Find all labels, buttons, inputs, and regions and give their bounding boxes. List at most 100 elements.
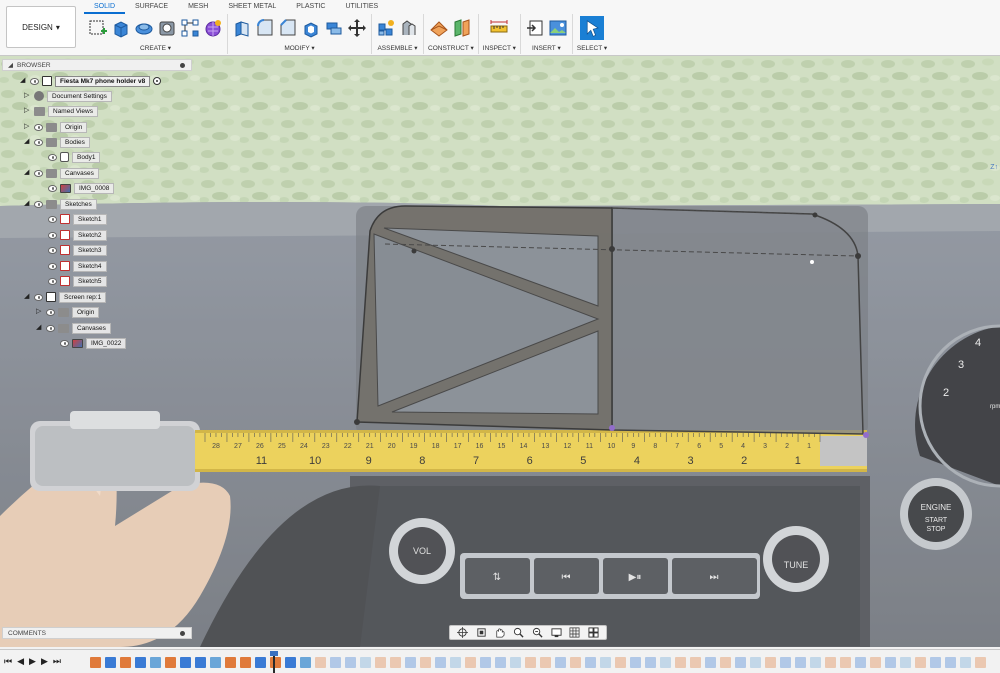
timeline-feature-icon[interactable] bbox=[900, 656, 911, 668]
tree-item-sketch1[interactable]: Sketch1 bbox=[48, 213, 107, 225]
timeline-feature-icon[interactable] bbox=[975, 656, 986, 668]
timeline-marker[interactable] bbox=[270, 651, 278, 673]
timeline-feature-icon[interactable] bbox=[855, 656, 866, 668]
timeline-feature-icon[interactable] bbox=[450, 656, 461, 668]
timeline-feature-icon[interactable] bbox=[120, 656, 131, 668]
joint-icon[interactable] bbox=[399, 18, 419, 38]
timeline-feature-icon[interactable] bbox=[885, 656, 896, 668]
tree-item-screen-rep[interactable]: ◢ Screen rep:1 bbox=[24, 291, 107, 303]
visibility-eye-icon[interactable] bbox=[34, 293, 43, 301]
visibility-eye-icon[interactable] bbox=[34, 200, 43, 208]
collapse-triangle-icon[interactable]: ◢ bbox=[24, 138, 31, 146]
go-to-start-icon[interactable]: ⏮ bbox=[4, 656, 12, 667]
extrude-icon[interactable] bbox=[111, 18, 131, 38]
hole-icon[interactable] bbox=[157, 18, 177, 38]
visibility-eye-icon[interactable] bbox=[48, 184, 57, 192]
timeline-feature-icon[interactable] bbox=[720, 656, 731, 668]
visibility-eye-icon[interactable] bbox=[30, 77, 39, 85]
tree-item-canvases[interactable]: ◢ Canvases bbox=[24, 167, 99, 179]
visibility-eye-icon[interactable] bbox=[46, 308, 55, 316]
timeline-feature-icon[interactable] bbox=[705, 656, 716, 668]
tab-surface[interactable]: SURFACE bbox=[125, 0, 178, 14]
timeline-feature-icon[interactable] bbox=[165, 656, 176, 668]
grid-icon[interactable] bbox=[569, 627, 580, 638]
tree-item-sketch4[interactable]: Sketch4 bbox=[48, 260, 107, 272]
tree-item-bodies[interactable]: ◢ Bodies bbox=[24, 136, 90, 148]
create-menu[interactable]: CREATE ▾ bbox=[140, 44, 171, 52]
timeline-feature-icon[interactable] bbox=[780, 656, 791, 668]
timeline-feature-icon[interactable] bbox=[240, 656, 251, 668]
tree-root[interactable]: ◢ Fiesta Mk7 phone holder v8 bbox=[20, 75, 162, 87]
viewcube-z-axis-icon[interactable]: Z↑ bbox=[990, 164, 998, 171]
timeline-feature-icon[interactable] bbox=[690, 656, 701, 668]
browser-pin-icon[interactable] bbox=[180, 63, 185, 68]
pan-icon[interactable] bbox=[494, 627, 505, 638]
activate-radio-icon[interactable] bbox=[153, 77, 162, 85]
timeline-feature-icon[interactable] bbox=[735, 656, 746, 668]
timeline-feature-icon[interactable] bbox=[630, 656, 641, 668]
tree-item-origin[interactable]: ▷ Origin bbox=[24, 121, 88, 133]
timeline-feature-icon[interactable] bbox=[510, 656, 521, 668]
insert-canvas-icon[interactable] bbox=[548, 18, 568, 38]
timeline-feature-icon[interactable] bbox=[660, 656, 671, 668]
timeline-feature-icon[interactable] bbox=[405, 656, 416, 668]
collapse-triangle-icon[interactable]: ◢ bbox=[24, 200, 31, 208]
timeline-feature-icon[interactable] bbox=[810, 656, 821, 668]
visibility-eye-icon[interactable] bbox=[34, 138, 43, 146]
tree-item-img-0022[interactable]: IMG_0022 bbox=[60, 337, 127, 349]
timeline-feature-icon[interactable] bbox=[930, 656, 941, 668]
zoom-icon[interactable] bbox=[513, 627, 524, 638]
assemble-menu[interactable]: ASSEMBLE ▾ bbox=[377, 44, 417, 52]
collapse-triangle-icon[interactable]: ◢ bbox=[24, 293, 31, 301]
workspace-switcher[interactable]: DESIGN ▾ bbox=[6, 6, 76, 48]
timeline-feature-icon[interactable] bbox=[285, 656, 296, 668]
viewports-icon[interactable] bbox=[588, 627, 599, 638]
timeline-feature-icon[interactable] bbox=[195, 656, 206, 668]
timeline-feature-icon[interactable] bbox=[360, 656, 371, 668]
timeline-feature-icon[interactable] bbox=[495, 656, 506, 668]
timeline-feature-icon[interactable] bbox=[345, 656, 356, 668]
orbit-icon[interactable] bbox=[456, 627, 468, 638]
timeline-feature-icon[interactable] bbox=[750, 656, 761, 668]
tree-item-sketches[interactable]: ◢ Sketches bbox=[24, 198, 97, 210]
timeline-feature-icon[interactable] bbox=[330, 656, 341, 668]
timeline-feature-icon[interactable] bbox=[525, 656, 536, 668]
timeline-feature-icon[interactable] bbox=[180, 656, 191, 668]
collapse-triangle-icon[interactable]: ◢ bbox=[8, 61, 13, 69]
select-icon[interactable] bbox=[580, 16, 605, 40]
timeline-feature-icon[interactable] bbox=[870, 656, 881, 668]
timeline-feature-icon[interactable] bbox=[480, 656, 491, 668]
tab-mesh[interactable]: MESH bbox=[178, 0, 218, 14]
timeline-feature-icon[interactable] bbox=[675, 656, 686, 668]
timeline-feature-icon[interactable] bbox=[585, 656, 596, 668]
browser-header[interactable]: ◢ BROWSER bbox=[2, 59, 192, 71]
visibility-eye-icon[interactable] bbox=[34, 169, 43, 177]
canvas-viewport[interactable]: VOL TUNE ⇅ ⏮ ▶⏸ ⏭ ENGINE START STOP 2 3 bbox=[0, 56, 1000, 647]
offset-plane-icon[interactable] bbox=[429, 18, 449, 38]
visibility-eye-icon[interactable] bbox=[60, 339, 69, 347]
visibility-eye-icon[interactable] bbox=[48, 215, 57, 223]
press-pull-icon[interactable] bbox=[232, 18, 252, 38]
timeline-feature-icon[interactable] bbox=[540, 656, 551, 668]
timeline-feature-icon[interactable] bbox=[615, 656, 626, 668]
timeline-feature-icon[interactable] bbox=[150, 656, 161, 668]
revolve-icon[interactable] bbox=[134, 18, 154, 38]
chamfer-icon[interactable] bbox=[278, 18, 298, 38]
collapse-triangle-icon[interactable]: ◢ bbox=[36, 324, 43, 332]
tab-plastic[interactable]: PLASTIC bbox=[286, 0, 335, 14]
display-settings-icon[interactable] bbox=[551, 627, 562, 638]
timeline-feature-icon[interactable] bbox=[135, 656, 146, 668]
timeline-feature-icon[interactable] bbox=[420, 656, 431, 668]
tree-item-sketch3[interactable]: Sketch3 bbox=[48, 244, 107, 256]
play-icon[interactable]: ▶ bbox=[29, 656, 36, 667]
measure-icon[interactable] bbox=[489, 18, 509, 38]
modify-menu[interactable]: MODIFY ▾ bbox=[284, 44, 314, 52]
tree-item-screen-origin[interactable]: ▷ Origin bbox=[36, 306, 100, 318]
tab-utilities[interactable]: UTILITIES bbox=[335, 0, 388, 14]
expand-triangle-icon[interactable]: ▷ bbox=[24, 107, 31, 115]
midplane-icon[interactable] bbox=[452, 18, 472, 38]
timeline-feature-icon[interactable] bbox=[795, 656, 806, 668]
tree-item-img-0008[interactable]: IMG_0008 bbox=[48, 182, 115, 194]
look-at-icon[interactable] bbox=[476, 627, 487, 638]
visibility-eye-icon[interactable] bbox=[46, 324, 55, 332]
